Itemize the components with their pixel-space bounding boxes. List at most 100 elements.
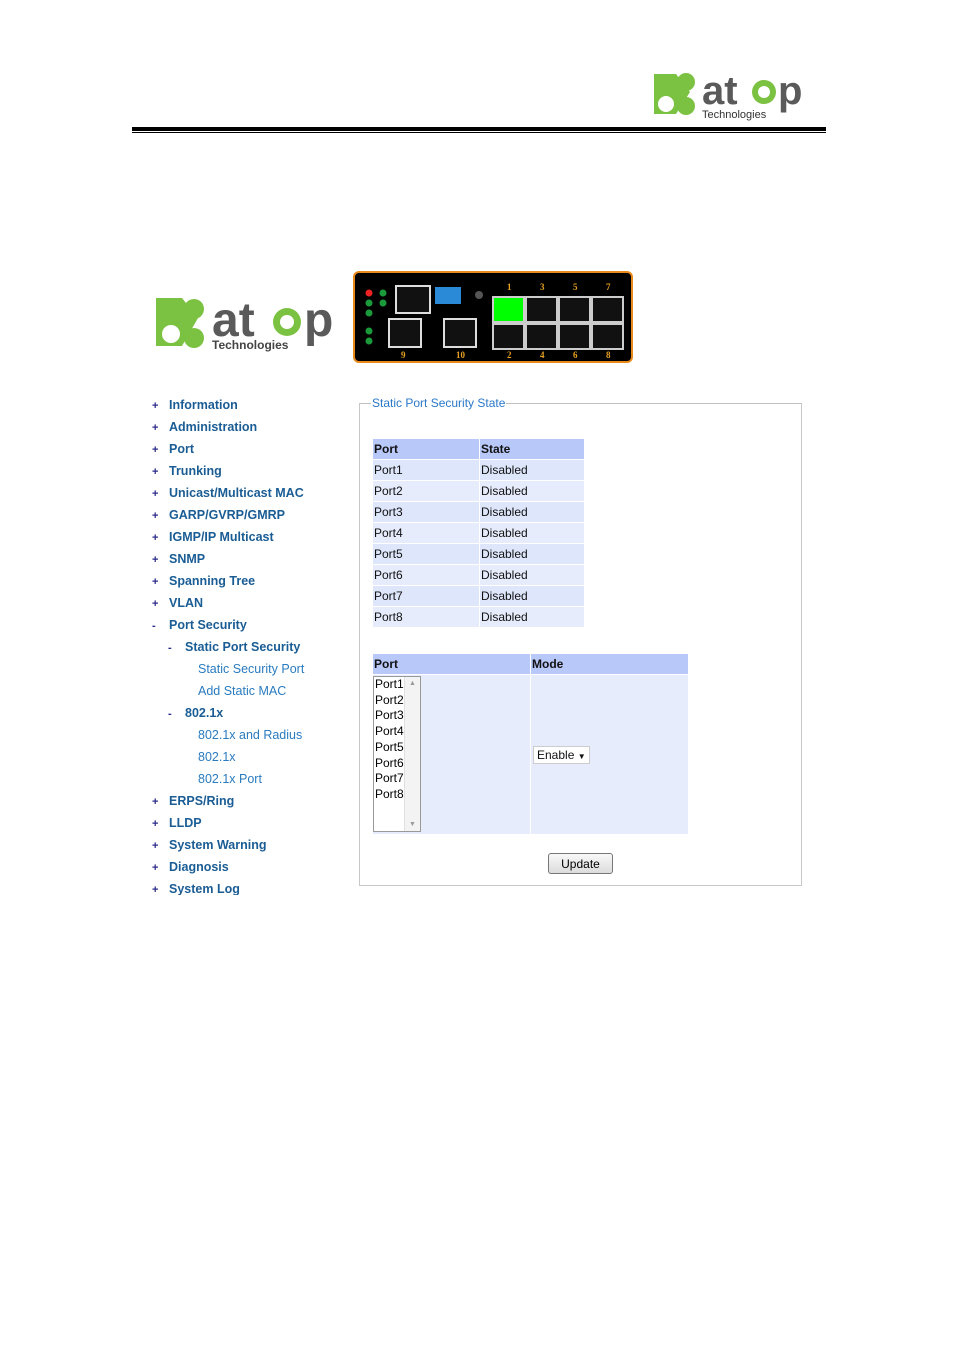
uplink-label: 10	[456, 350, 466, 360]
sidebar-item[interactable]: + ERPS/Ring	[150, 790, 350, 812]
sidebar-item-label: 802.1x Port	[198, 772, 262, 786]
port-cell: Port7	[372, 585, 480, 607]
port-cell: Port3	[372, 501, 480, 523]
expand-icon: +	[152, 598, 159, 610]
expand-icon: +	[152, 444, 159, 456]
sidebar-item[interactable]: 802.1x	[150, 746, 350, 768]
table-row: Port4 Disabled	[372, 522, 585, 544]
table-row: Port2 Disabled	[372, 480, 585, 502]
sidebar-item-label: Add Static MAC	[198, 684, 287, 698]
port-label: 5	[573, 282, 578, 292]
port-label: 8	[606, 350, 611, 360]
mode-select[interactable]: Enable ▼	[533, 745, 590, 764]
sidebar-item[interactable]: - 802.1x	[150, 702, 350, 724]
sidebar-item[interactable]: - Port Security	[150, 614, 350, 636]
listbox-scrollbar[interactable]: ▲ ▼	[404, 677, 420, 831]
port-mode-table: Port Mode ▲ ▼ Port1 Port2 Port3 Port4 Port5 Po…	[372, 653, 689, 835]
expand-icon: +	[152, 422, 159, 434]
port-cell: Port4	[372, 522, 480, 544]
port-cell: Port2	[372, 480, 480, 502]
sidebar-item-label: 802.1x	[185, 706, 224, 720]
port-5-jack	[558, 296, 591, 323]
expand-icon: +	[152, 466, 159, 478]
sidebar-item-label: Trunking	[169, 464, 222, 478]
atop-logo-header: at p Technologies	[654, 69, 802, 121]
panel-legend: Static Port Security State	[372, 396, 506, 410]
sidebar-item-label: Static Security Port	[198, 662, 305, 676]
sidebar-nav: + Information + Administration + Port + Trunkin…	[150, 394, 350, 895]
sidebar-item[interactable]: + VLAN	[150, 592, 350, 614]
expand-icon: +	[152, 884, 159, 895]
sidebar-item[interactable]: + Information	[150, 394, 350, 416]
sidebar-item[interactable]: + Diagnosis	[150, 856, 350, 878]
sidebar-item-label: Unicast/Multicast MAC	[169, 486, 304, 500]
port-4-jack	[525, 323, 558, 350]
col-port: Port	[372, 653, 531, 675]
expand-icon: +	[152, 532, 159, 544]
port-8-jack	[591, 323, 624, 350]
expand-icon: +	[152, 510, 159, 522]
col-port: Port	[372, 438, 480, 460]
sidebar-item-label: 802.1x and Radius	[198, 728, 303, 742]
expand-icon: +	[152, 862, 159, 874]
expand-icon: +	[152, 488, 159, 500]
switch-panel-image: 1 2 3 4 5 6 7 8 9 10	[353, 271, 633, 363]
port-1-jack	[492, 296, 525, 323]
svg-text:p: p	[304, 294, 333, 347]
sidebar-item[interactable]: + Port	[150, 438, 350, 460]
state-cell: Disabled	[479, 564, 585, 586]
port-label: 3	[540, 282, 545, 292]
sidebar-item-label: SNMP	[169, 552, 206, 566]
sidebar-item-label: Static Port Security	[185, 640, 301, 654]
sidebar-item[interactable]: Static Security Port	[150, 658, 350, 680]
sidebar-item[interactable]: + System Log	[150, 878, 350, 895]
scroll-up-icon[interactable]: ▲	[409, 680, 416, 687]
sidebar-item-label: LLDP	[169, 816, 202, 830]
sidebar-item-label: Administration	[169, 420, 258, 434]
table-row: Port7 Disabled	[372, 585, 585, 607]
svg-text:p: p	[778, 69, 802, 113]
mode-select-value: Enable	[537, 747, 575, 762]
sidebar-item[interactable]: 802.1x Port	[150, 768, 350, 790]
port-cell: Port8	[372, 606, 480, 628]
sidebar-item[interactable]: + Trunking	[150, 460, 350, 482]
collapse-icon: -	[152, 620, 156, 632]
sidebar-item[interactable]: - Static Port Security	[150, 636, 350, 658]
update-button[interactable]: Update	[548, 853, 613, 874]
port-label: 6	[573, 350, 578, 360]
sidebar-item[interactable]: 802.1x and Radius	[150, 724, 350, 746]
sidebar-item[interactable]: + SNMP	[150, 548, 350, 570]
port-cell: Port6	[372, 564, 480, 586]
port-label: 7	[606, 282, 611, 292]
table-row: Port1 Disabled	[372, 459, 585, 481]
col-mode: Mode	[530, 653, 689, 675]
port-cell: Port1	[372, 459, 480, 481]
scroll-down-icon[interactable]: ▼	[409, 821, 416, 828]
port-listbox[interactable]: ▲ ▼ Port1 Port2 Port3 Port4 Port5 Port6 Port7 Po…	[373, 676, 421, 832]
expand-icon: +	[152, 796, 159, 808]
state-cell: Disabled	[479, 543, 585, 565]
sidebar-item[interactable]: + GARP/GVRP/GMRP	[150, 504, 350, 526]
expand-icon: +	[152, 840, 159, 852]
table-row: Port8 Disabled	[372, 606, 585, 628]
table-row: Port3 Disabled	[372, 501, 585, 523]
sidebar-item[interactable]: + System Warning	[150, 834, 350, 856]
sidebar-item[interactable]: + IGMP/IP Multicast	[150, 526, 350, 548]
sidebar-item[interactable]: + LLDP	[150, 812, 350, 834]
svg-text:Technologies: Technologies	[702, 109, 767, 121]
sidebar-item[interactable]: Add Static MAC	[150, 680, 350, 702]
sidebar-item-label: IGMP/IP Multicast	[169, 530, 274, 544]
expand-icon: +	[152, 400, 159, 412]
expand-icon: +	[152, 554, 159, 566]
sidebar-item-label: Information	[169, 398, 238, 412]
port-7-jack	[591, 296, 624, 323]
sidebar-item[interactable]: + Unicast/Multicast MAC	[150, 482, 350, 504]
svg-text:Technologies: Technologies	[212, 338, 289, 352]
sidebar-item[interactable]: + Administration	[150, 416, 350, 438]
state-cell: Disabled	[479, 522, 585, 544]
sidebar-item-label: Port	[169, 442, 194, 456]
sidebar-item[interactable]: + Spanning Tree	[150, 570, 350, 592]
header-rule	[132, 127, 826, 131]
col-state: State	[479, 438, 585, 460]
sidebar-item-label: ERPS/Ring	[169, 794, 235, 808]
